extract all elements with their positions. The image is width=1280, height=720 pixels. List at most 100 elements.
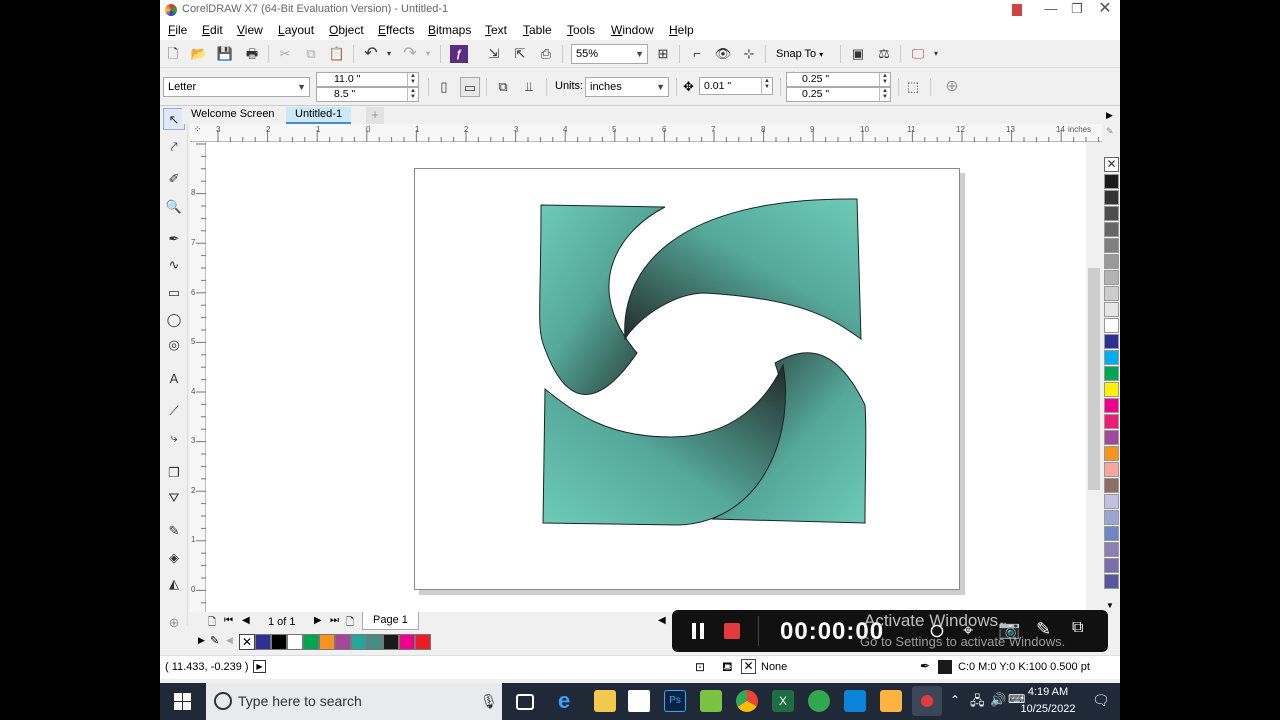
palette-swatch[interactable] xyxy=(1104,414,1119,429)
redo-dropdown-icon[interactable]: ▾ xyxy=(418,44,438,64)
scroll-left-icon[interactable]: ◀ xyxy=(658,615,666,626)
open-icon[interactable]: 📂 xyxy=(189,44,209,64)
add-page-icon[interactable]: 🗋 xyxy=(208,615,216,632)
landscape-icon[interactable]: ▭ xyxy=(460,77,480,97)
palette-swatch[interactable] xyxy=(1104,558,1119,573)
connector-tool-icon[interactable]: ⤷ xyxy=(163,427,185,449)
edge-browser-icon[interactable]: e xyxy=(558,690,580,712)
menu-window[interactable]: Window xyxy=(611,23,654,37)
palette-scroll-down-icon[interactable]: ▼ xyxy=(1106,601,1114,610)
app-icon[interactable] xyxy=(808,690,830,712)
palette-swatch[interactable] xyxy=(1104,430,1119,445)
document-swatch[interactable] xyxy=(351,634,367,650)
excel-icon[interactable]: X xyxy=(772,690,794,712)
document-swatch[interactable] xyxy=(383,634,399,650)
document-swatch[interactable] xyxy=(415,634,431,650)
launcher-dropdown-icon[interactable]: ▾ xyxy=(926,44,946,64)
snap-to-button[interactable]: Snap To ▾ xyxy=(776,48,823,60)
duplicate-x-field[interactable]: 0.25 " ▲ ▼ xyxy=(786,72,891,87)
menu-effects[interactable]: Effects xyxy=(378,23,414,37)
document-swatch[interactable] xyxy=(367,634,383,650)
text-tool-icon[interactable]: A xyxy=(163,368,185,390)
palette-flyout-icon[interactable]: ▶ xyxy=(198,635,205,646)
eyedropper-icon[interactable]: ✎ xyxy=(163,520,185,542)
palette-swatch[interactable] xyxy=(1104,318,1119,333)
chrome-icon[interactable] xyxy=(736,690,758,712)
ellipse-tool-icon[interactable]: ◯ xyxy=(163,309,185,331)
zoom-tool-icon[interactable]: 🔍 xyxy=(163,196,185,218)
zoom-options-icon[interactable]: ⊞ xyxy=(653,44,673,64)
palette-swatch[interactable] xyxy=(1104,510,1119,525)
menu-table[interactable]: Table xyxy=(523,23,552,37)
menu-file[interactable]: File xyxy=(168,23,187,37)
document-swatch[interactable] xyxy=(399,634,415,650)
document-swatch[interactable] xyxy=(335,634,351,650)
zoom-level-combo[interactable]: 55% ▼ xyxy=(571,44,648,64)
options-icon[interactable]: ▣ xyxy=(848,44,868,64)
page-tab[interactable]: Page 1 xyxy=(362,612,419,630)
drop-shadow-icon[interactable]: ❐ xyxy=(163,462,185,484)
palette-swatch[interactable] xyxy=(1104,366,1119,381)
previous-page-icon[interactable]: ◀ xyxy=(242,615,250,626)
palette-swatch[interactable] xyxy=(1104,286,1119,301)
paste-icon[interactable]: 📋 xyxy=(327,44,347,64)
tab-untitled-1[interactable]: Untitled-1 xyxy=(286,107,352,124)
freehand-tool-icon[interactable]: ✒ xyxy=(163,228,185,250)
coreldraw-taskbar-icon[interactable] xyxy=(700,690,722,712)
palette-swatch[interactable] xyxy=(1104,190,1119,205)
menu-layout[interactable]: Layout xyxy=(278,23,314,37)
taskbar-date[interactable]: 10/25/2022 xyxy=(1010,703,1086,715)
palette-swatch[interactable] xyxy=(1104,494,1119,509)
document-swatch[interactable] xyxy=(255,634,271,650)
export-icon[interactable]: ⇱ xyxy=(510,44,530,64)
palette-swatch[interactable] xyxy=(1104,334,1119,349)
menu-edit[interactable]: Edit xyxy=(202,23,223,37)
rectangle-tool-icon[interactable]: ▭ xyxy=(163,282,185,304)
pause-icon[interactable] xyxy=(692,623,696,639)
palette-swatch[interactable] xyxy=(1104,350,1119,365)
menu-tools[interactable]: Tools xyxy=(567,23,595,37)
play-icon[interactable]: ▶ xyxy=(253,660,266,673)
palette-swatch[interactable] xyxy=(1104,382,1119,397)
print-icon[interactable]: 🖶 xyxy=(242,44,262,64)
interlocked-knot-shape[interactable] xyxy=(415,169,961,591)
palette-swatch[interactable] xyxy=(1104,238,1119,253)
launcher-icon[interactable]: 🖵 xyxy=(908,44,928,64)
palette-scroll-left-icon[interactable]: ◀ xyxy=(226,635,233,646)
document-swatch[interactable] xyxy=(319,634,335,650)
parallel-dimension-icon[interactable]: ⟋ xyxy=(163,400,185,422)
spin-arrows-icon[interactable]: ▲ ▼ xyxy=(761,78,772,94)
save-icon[interactable]: 💾 xyxy=(215,44,235,64)
nudge-distance-field[interactable]: 0.01 " ▲ ▼ xyxy=(699,77,773,95)
new-tab-icon[interactable]: + xyxy=(366,107,384,124)
palette-swatch[interactable] xyxy=(1104,206,1119,221)
portrait-icon[interactable]: ▯ xyxy=(434,77,454,97)
artistic-media-icon[interactable]: ∿ xyxy=(163,254,185,276)
duplicate-y-field[interactable]: 0.25 " ▲ ▼ xyxy=(786,87,891,102)
spin-arrows-icon[interactable]: ▲ ▼ xyxy=(407,88,418,101)
photoshop-icon[interactable]: Ps xyxy=(664,690,686,712)
palette-swatch[interactable] xyxy=(1104,526,1119,541)
taskbar-time[interactable]: 4:19 AM xyxy=(1016,686,1080,698)
crop-tool-icon[interactable]: ✐ xyxy=(163,168,185,190)
document-swatch[interactable] xyxy=(287,634,303,650)
recorder-taskbar-button[interactable] xyxy=(912,686,942,716)
add-page-after-icon[interactable]: 🗋 xyxy=(346,615,354,632)
redo-icon[interactable]: ↷ xyxy=(400,44,420,64)
store-icon[interactable] xyxy=(628,690,650,712)
document-swatch[interactable] xyxy=(303,634,319,650)
menu-bitmaps[interactable]: Bitmaps xyxy=(428,23,471,37)
all-pages-icon[interactable]: ⧉ xyxy=(493,77,513,97)
last-page-icon[interactable]: ⏭ xyxy=(330,615,339,626)
outline-pen-icon[interactable]: ✒ xyxy=(920,659,930,673)
palette-swatch[interactable] xyxy=(1104,542,1119,557)
application-launcher-icon[interactable]: ⚖ xyxy=(874,44,894,64)
drawing-canvas[interactable] xyxy=(206,142,1102,612)
show-grid-icon[interactable]: ⊹ xyxy=(739,44,759,64)
add-toolbar-icon[interactable]: ⊕ xyxy=(942,77,962,97)
cut-icon[interactable]: ✂ xyxy=(275,44,295,64)
transparency-icon[interactable]: ⛛ xyxy=(163,487,185,509)
scrollbar-thumb[interactable] xyxy=(1088,268,1100,490)
menu-help[interactable]: Help xyxy=(669,23,694,37)
units-combo[interactable]: inches ▼ xyxy=(585,77,669,97)
